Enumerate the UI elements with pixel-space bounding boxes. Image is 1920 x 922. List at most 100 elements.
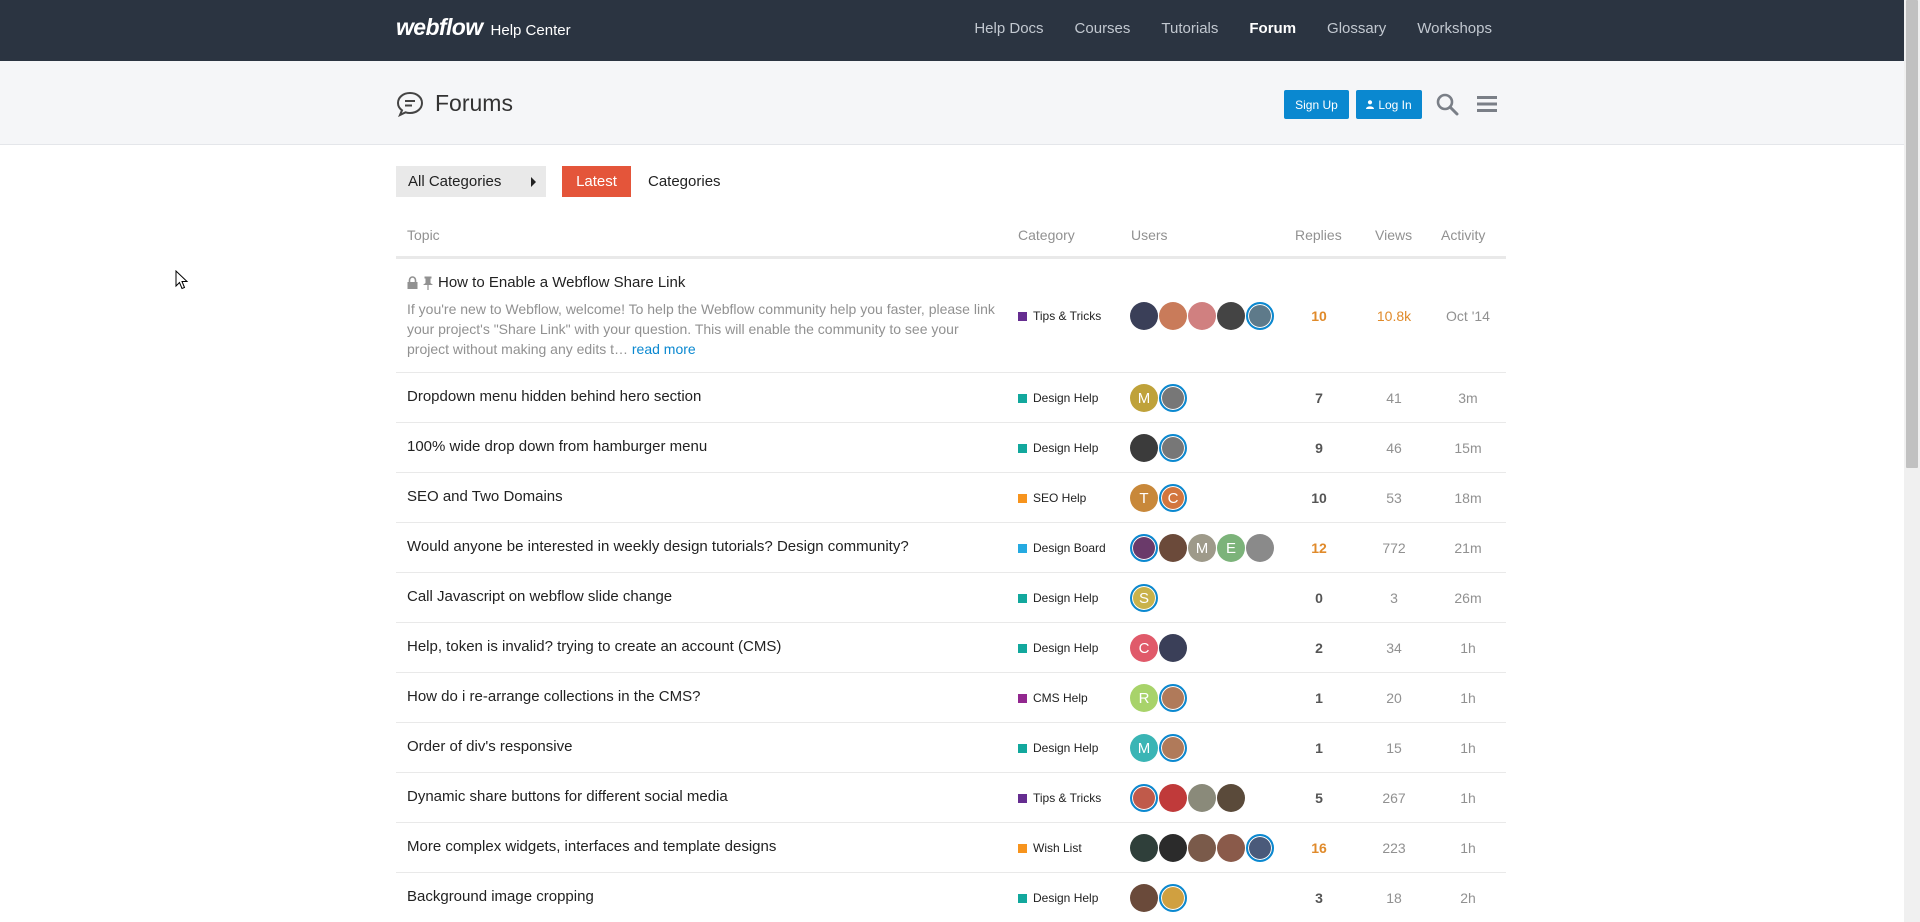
activity-time[interactable]: 15m [1438,440,1498,456]
posters: M [1130,734,1187,762]
category-badge[interactable]: Tips & Tricks [1018,791,1101,805]
avatar[interactable] [1130,302,1158,330]
avatar[interactable] [1159,834,1187,862]
avatar[interactable] [1159,884,1187,912]
avatar[interactable] [1217,302,1245,330]
search-icon[interactable] [1435,92,1459,116]
avatar[interactable]: C [1130,634,1158,662]
category-badge[interactable]: Wish List [1018,841,1082,855]
topic-title[interactable]: More complex widgets, interfaces and tem… [407,838,776,855]
col-replies[interactable]: Replies [1295,227,1342,243]
avatar[interactable] [1130,884,1158,912]
avatar[interactable] [1188,302,1216,330]
nav-workshops[interactable]: Workshops [1417,20,1492,37]
avatar[interactable] [1246,834,1274,862]
col-category[interactable]: Category [1018,227,1075,243]
views-count: 3 [1390,590,1398,606]
avatar[interactable]: C [1159,484,1187,512]
avatar[interactable]: M [1188,534,1216,562]
avatar[interactable] [1159,684,1187,712]
category-badge[interactable]: Design Help [1018,391,1098,405]
activity-time[interactable]: 3m [1438,390,1498,406]
category-badge[interactable]: Design Help [1018,741,1098,755]
avatar[interactable]: M [1130,384,1158,412]
webflow-logo[interactable]: webflow [396,14,483,41]
avatar[interactable] [1159,534,1187,562]
category-badge[interactable]: Design Board [1018,541,1106,555]
scrollbar-thumb[interactable] [1906,0,1918,468]
category-badge[interactable]: Design Help [1018,891,1098,905]
avatar[interactable] [1130,834,1158,862]
avatar[interactable] [1159,434,1187,462]
avatar[interactable]: R [1130,684,1158,712]
category-badge[interactable]: SEO Help [1018,491,1086,505]
avatar[interactable] [1159,734,1187,762]
nav-courses[interactable]: Courses [1075,20,1131,37]
activity-time[interactable]: 1h [1438,640,1498,656]
page-scrollbar[interactable] [1904,0,1920,922]
activity-time[interactable]: 26m [1438,590,1498,606]
avatar[interactable]: S [1130,584,1158,612]
topic-title[interactable]: Would anyone be interested in weekly des… [407,538,909,555]
avatar[interactable] [1159,302,1187,330]
avatar[interactable] [1130,534,1158,562]
col-views[interactable]: Views [1375,227,1412,243]
nav-forum[interactable]: Forum [1249,20,1296,37]
activity-time[interactable]: 1h [1438,790,1498,806]
activity-time[interactable]: 1h [1438,840,1498,856]
topic-title[interactable]: Order of div's responsive [407,738,572,755]
nav-tutorials[interactable]: Tutorials [1161,20,1218,37]
pinned-topic-title[interactable]: How to Enable a Webflow Share Link [438,274,685,291]
activity-time[interactable]: 21m [1438,540,1498,556]
tab-categories[interactable]: Categories [648,173,721,190]
category-badge[interactable]: Design Help [1018,641,1098,655]
activity-time[interactable]: 1h [1438,740,1498,756]
activity-time[interactable]: 2h [1438,890,1498,906]
topic-title[interactable]: Background image cropping [407,888,594,905]
avatar[interactable] [1217,834,1245,862]
avatar[interactable]: M [1130,734,1158,762]
help-center-label[interactable]: Help Center [491,22,571,39]
topic-title[interactable]: Dropdown menu hidden behind hero section [407,388,701,405]
activity-time[interactable]: 1h [1438,690,1498,706]
avatar[interactable] [1159,634,1187,662]
col-users[interactable]: Users [1131,227,1168,243]
col-topic[interactable]: Topic [407,227,440,243]
log-in-button[interactable]: Log In [1356,90,1422,119]
avatar[interactable] [1159,384,1187,412]
topic-title[interactable]: Help, token is invalid? trying to create… [407,638,781,655]
brand[interactable]: webflow Help Center [396,14,571,41]
nav-glossary[interactable]: Glossary [1327,20,1386,37]
table-row: Dropdown menu hidden behind hero section… [396,373,1506,423]
avatar[interactable] [1130,784,1158,812]
category-badge[interactable]: Design Help [1018,441,1098,455]
all-categories-dropdown[interactable]: All Categories [396,166,546,197]
topic-title[interactable]: Dynamic share buttons for different soci… [407,788,728,805]
pinned-topic[interactable]: How to Enable a Webflow Share Link [407,274,685,291]
topic-title[interactable]: 100% wide drop down from hamburger menu [407,438,707,455]
topic-title[interactable]: Call Javascript on webflow slide change [407,588,672,605]
activity-time[interactable]: Oct '14 [1438,308,1498,324]
category-badge[interactable]: Design Help [1018,591,1098,605]
topic-title[interactable]: How do i re-arrange collections in the C… [407,688,700,705]
avatar[interactable] [1188,784,1216,812]
read-more-link[interactable]: read more [632,341,696,357]
avatar[interactable] [1217,784,1245,812]
col-activity[interactable]: Activity [1441,227,1485,243]
hamburger-menu-icon[interactable] [1476,93,1498,115]
avatar[interactable] [1246,534,1274,562]
lock-icon [407,276,418,289]
nav-help-docs[interactable]: Help Docs [974,20,1043,37]
activity-time[interactable]: 18m [1438,490,1498,506]
tab-latest[interactable]: Latest [562,166,631,197]
category-badge[interactable]: Tips & Tricks [1018,309,1101,323]
avatar[interactable]: E [1217,534,1245,562]
avatar[interactable]: T [1130,484,1158,512]
topic-title[interactable]: SEO and Two Domains [407,488,563,505]
avatar[interactable] [1159,784,1187,812]
avatar[interactable] [1246,302,1274,330]
avatar[interactable] [1130,434,1158,462]
sign-up-button[interactable]: Sign Up [1284,90,1349,119]
category-badge[interactable]: CMS Help [1018,691,1088,705]
avatar[interactable] [1188,834,1216,862]
